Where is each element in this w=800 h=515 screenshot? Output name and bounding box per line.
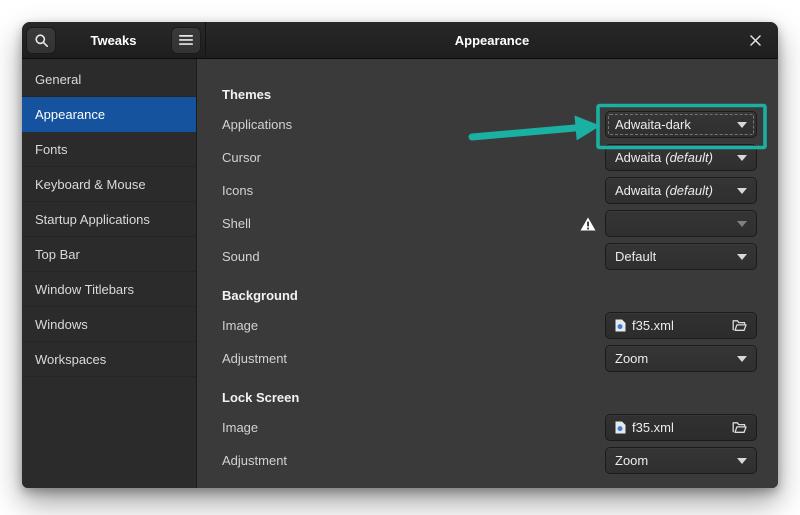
cursor-label: Cursor [222, 150, 605, 165]
folder-open-icon [732, 421, 747, 434]
menu-button[interactable] [171, 27, 201, 54]
icons-label: Icons [222, 183, 605, 198]
icons-theme-dropdown[interactable]: Adwaita (default) [605, 177, 757, 204]
file-document-icon [615, 319, 626, 332]
caret-down-icon [737, 458, 747, 464]
search-icon [34, 33, 49, 48]
titlebar-sidebar-section: Tweaks [22, 22, 206, 58]
row-background-adjustment: Adjustment Zoom [222, 342, 757, 375]
window-body: General Appearance Fonts Keyboard & Mous… [22, 59, 778, 488]
background-image-file-button[interactable]: f35.xml [605, 312, 757, 339]
background-adjustment-dropdown[interactable]: Zoom [605, 345, 757, 372]
sound-theme-value: Default [615, 249, 656, 264]
sound-theme-dropdown[interactable]: Default [605, 243, 757, 270]
background-image-filename: f35.xml [632, 318, 674, 333]
sidebar-item-fonts[interactable]: Fonts [22, 132, 196, 167]
background-adjustment-value: Zoom [615, 351, 648, 366]
appearance-panel: Themes Applications Adwaita-dark Cursor … [197, 59, 778, 488]
lockscreen-image-label: Image [222, 420, 605, 435]
screenshot-page: { "colors": { "selection_blue": "#15539e… [0, 0, 800, 515]
row-lockscreen-image: Image f35.xml [222, 411, 757, 444]
section-title-themes: Themes [222, 80, 757, 108]
caret-down-icon [737, 356, 747, 362]
background-image-label: Image [222, 318, 605, 333]
page-title: Appearance [455, 33, 529, 48]
sidebar-item-general[interactable]: General [22, 62, 196, 97]
row-cursor: Cursor Adwaita (default) [222, 141, 757, 174]
file-document-icon [615, 421, 626, 434]
row-applications: Applications Adwaita-dark [222, 108, 757, 141]
caret-down-icon [737, 188, 747, 194]
close-icon [750, 35, 761, 46]
caret-down-icon [737, 155, 747, 161]
warning-icon [580, 217, 596, 231]
titlebar-main-section: Appearance [206, 22, 778, 58]
hamburger-icon [179, 34, 193, 46]
cursor-theme-value: Adwaita [615, 150, 661, 165]
cursor-theme-default-note: (default) [665, 150, 713, 165]
row-lockscreen-adjustment: Adjustment Zoom [222, 444, 757, 477]
tweaks-window: Tweaks Appearance General Appearance Fon… [22, 22, 778, 488]
caret-down-icon [737, 122, 747, 128]
sidebar: General Appearance Fonts Keyboard & Mous… [22, 59, 197, 488]
titlebar: Tweaks Appearance [22, 22, 778, 59]
section-title-background: Background [222, 281, 757, 309]
sidebar-item-keyboard-mouse[interactable]: Keyboard & Mouse [22, 167, 196, 202]
search-button[interactable] [26, 27, 56, 54]
lockscreen-adjustment-label: Adjustment [222, 453, 605, 468]
sidebar-item-windows[interactable]: Windows [22, 307, 196, 342]
sidebar-item-appearance[interactable]: Appearance [22, 97, 196, 132]
caret-down-icon [737, 221, 747, 227]
caret-down-icon [737, 254, 747, 260]
icons-theme-default-note: (default) [665, 183, 713, 198]
background-adjustment-label: Adjustment [222, 351, 605, 366]
sidebar-item-workspaces[interactable]: Workspaces [22, 342, 196, 377]
sound-label: Sound [222, 249, 605, 264]
cursor-theme-dropdown[interactable]: Adwaita (default) [605, 144, 757, 171]
applications-theme-value: Adwaita-dark [615, 117, 691, 132]
lockscreen-image-file-button[interactable]: f35.xml [605, 414, 757, 441]
close-button[interactable] [743, 28, 767, 52]
lockscreen-image-filename: f35.xml [632, 420, 674, 435]
applications-theme-dropdown[interactable]: Adwaita-dark [605, 111, 757, 138]
section-title-lock-screen: Lock Screen [222, 383, 757, 411]
row-background-image: Image f35.xml [222, 309, 757, 342]
sidebar-item-window-titlebars[interactable]: Window Titlebars [22, 272, 196, 307]
lockscreen-adjustment-value: Zoom [615, 453, 648, 468]
folder-open-icon [732, 319, 747, 332]
lockscreen-adjustment-dropdown[interactable]: Zoom [605, 447, 757, 474]
icons-theme-value: Adwaita [615, 183, 661, 198]
row-sound: Sound Default [222, 240, 757, 273]
shell-theme-dropdown[interactable] [605, 210, 757, 237]
shell-label: Shell [222, 216, 580, 231]
applications-label: Applications [222, 117, 605, 132]
sidebar-item-top-bar[interactable]: Top Bar [22, 237, 196, 272]
row-icons: Icons Adwaita (default) [222, 174, 757, 207]
row-shell: Shell [222, 207, 757, 240]
sidebar-item-startup-applications[interactable]: Startup Applications [22, 202, 196, 237]
app-title: Tweaks [56, 33, 171, 48]
